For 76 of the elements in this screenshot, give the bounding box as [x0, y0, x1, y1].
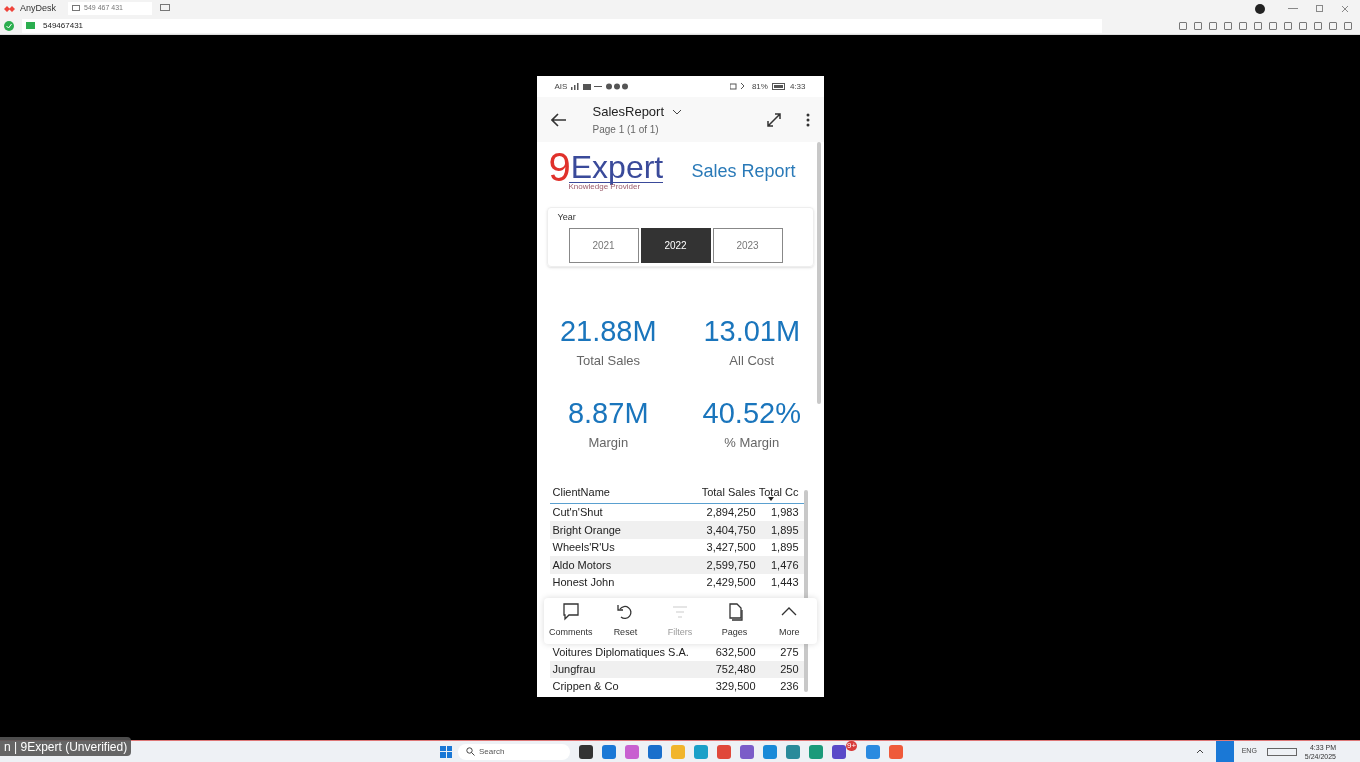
- table-cell-text: 329,500: [714, 679, 756, 695]
- kpi-value: 40.52%: [702, 396, 801, 429]
- table-cell-text: Cut'n'Shut: [551, 505, 604, 521]
- table-cell-text: Voitures Diplomatiques S.A.: [551, 644, 690, 660]
- clock-label: 4:33: [789, 80, 806, 93]
- notification-badge: 9+: [846, 741, 858, 751]
- more-options-icon[interactable]: [805, 112, 810, 127]
- taskbar-app-icon[interactable]: [579, 744, 593, 759]
- year-option[interactable]: 2022: [640, 227, 711, 263]
- scrollbar[interactable]: [816, 142, 821, 404]
- restore-button[interactable]: [1316, 5, 1323, 12]
- table-cell-text: 3,427,500: [705, 540, 756, 556]
- column-header[interactable]: Total Sales: [689, 484, 756, 501]
- monitor-icon: [72, 5, 80, 12]
- table-cell-text: 2,894,250: [705, 505, 756, 521]
- report-heading: Sales Report: [691, 160, 796, 183]
- taskbar-app-icon[interactable]: [832, 744, 846, 759]
- table-cell-text: 632,500: [714, 644, 756, 660]
- year-option[interactable]: 2023: [712, 227, 783, 263]
- column-header[interactable]: ClientName: [549, 484, 690, 501]
- address-field[interactable]: 549467431: [22, 18, 1102, 33]
- table-cell-text: 3,404,750: [705, 522, 756, 538]
- table-cell-text: 1,443: [769, 575, 800, 590]
- chevron-down-icon[interactable]: [672, 109, 683, 115]
- kpi-label: All Cost: [729, 352, 775, 370]
- table-cell-text: 1,895: [769, 522, 800, 538]
- table-cell-text: 236: [779, 679, 800, 695]
- windows-start-icon[interactable]: [440, 745, 452, 758]
- expand-icon[interactable]: [765, 111, 782, 128]
- table-cell-text: 1,983: [769, 505, 800, 521]
- speech-bubble-icon: [560, 602, 581, 623]
- anydesk-logo-icon: [4, 3, 16, 14]
- kpi-label: Margin: [588, 433, 629, 452]
- kpi-value: 13.01M: [703, 315, 801, 347]
- battery-icon: [771, 83, 786, 90]
- close-icon[interactable]: [1341, 4, 1349, 13]
- table-cell-text: Jungfrau: [551, 661, 597, 677]
- new-tab-icon[interactable]: [160, 4, 170, 13]
- back-arrow-icon[interactable]: [550, 112, 567, 127]
- page-label: Page 1 (1 of 1): [592, 122, 660, 137]
- toolbar-button[interactable]: Pages: [710, 602, 759, 640]
- app-name: AnyDesk: [20, 1, 56, 15]
- table-cell-text: Honest John: [551, 575, 616, 590]
- table-cell-text: Aldo Motors: [551, 557, 613, 573]
- account-icon[interactable]: [1255, 3, 1265, 14]
- chevron-up-icon[interactable]: [1195, 749, 1204, 754]
- toolbar-button[interactable]: Reset: [601, 602, 650, 640]
- table-cell-text: Crippen & Co: [551, 679, 620, 695]
- report-title[interactable]: SalesReport: [592, 102, 665, 122]
- table-cell-text: 1,476: [769, 557, 800, 573]
- table-cell-text: Bright Orange: [551, 522, 622, 538]
- table-cell-text: 752,480: [714, 661, 756, 677]
- table-cell-text: 250: [779, 661, 800, 677]
- toolbar-button[interactable]: More: [765, 602, 814, 640]
- search-icon: [466, 747, 475, 756]
- toolbar-button[interactable]: Comments: [546, 602, 595, 640]
- sort-indicator-icon: [767, 497, 774, 501]
- kpi-value: 8.87M: [567, 396, 649, 429]
- table-cell-text: Wheels'R'Us: [551, 540, 616, 556]
- column-header[interactable]: Total Cc: [755, 484, 802, 501]
- battery-label: 81%: [751, 80, 768, 93]
- kpi-label: % Margin: [724, 433, 780, 452]
- kpi-value: 21.88M: [559, 315, 657, 347]
- verified-icon: [4, 20, 14, 31]
- company-logo: 9Expert Knowledge Provider: [548, 152, 664, 191]
- table-cell-text: 275: [779, 644, 800, 660]
- table-cell-text: 1,895: [769, 540, 800, 556]
- table-cell-text: 2,429,500: [705, 575, 756, 590]
- slicer-label: Year: [557, 211, 577, 224]
- kpi-label: Total Sales: [576, 352, 641, 370]
- carrier-label: AIS: [554, 80, 568, 93]
- table-cell-text: 2,599,750: [705, 557, 756, 573]
- year-option[interactable]: 2021: [568, 227, 639, 263]
- system-tray-icon[interactable]: [1266, 747, 1297, 756]
- search-field[interactable]: Search: [458, 743, 570, 760]
- tooltip: n | 9Expert (Unverified): [0, 737, 132, 756]
